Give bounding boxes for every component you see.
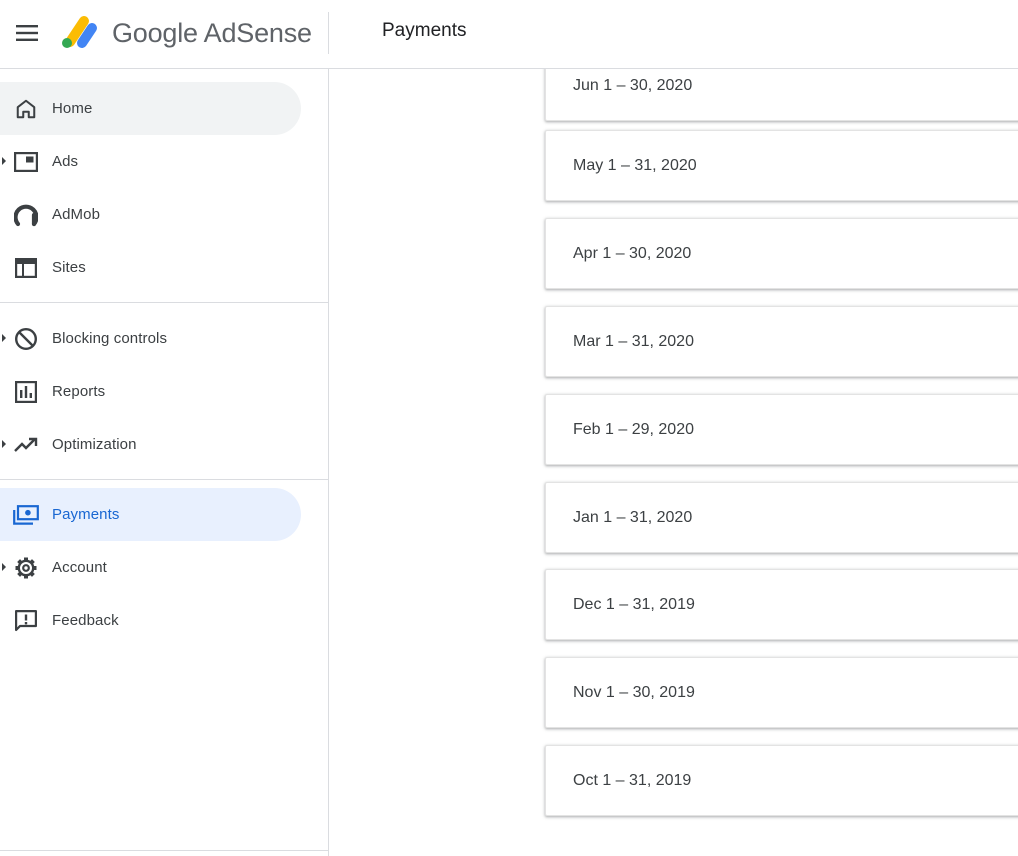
- payment-period-card[interactable]: Dec 1 – 31, 2019: [545, 569, 1018, 640]
- sidebar-item-admob[interactable]: AdMob: [0, 188, 301, 241]
- block-icon: [13, 326, 39, 352]
- payment-period-card[interactable]: Apr 1 – 30, 2020: [545, 218, 1018, 289]
- sidebar-item-label: Home: [52, 100, 93, 117]
- sidebar-divider: [0, 479, 328, 480]
- reports-icon: [13, 379, 39, 405]
- header-divider: [328, 12, 329, 54]
- hamburger-menu-icon: [16, 25, 38, 41]
- sidebar-item-account[interactable]: Account: [0, 541, 301, 594]
- payment-period-card[interactable]: Feb 1 – 29, 2020: [545, 394, 1018, 465]
- sidebar-divider: [0, 302, 328, 303]
- payment-period-card[interactable]: Oct 1 – 31, 2019: [545, 745, 1018, 816]
- sidebar-nav: Home Ads AdMob Sites Blocking controls R…: [0, 69, 329, 856]
- payment-period-card[interactable]: Jun 1 – 30, 2020: [545, 69, 1018, 121]
- page-title: Payments: [382, 20, 467, 41]
- sidebar-item-sites[interactable]: Sites: [0, 241, 301, 294]
- sidebar-item-label: Blocking controls: [52, 330, 168, 347]
- payment-period-card[interactable]: May 1 – 31, 2020: [545, 130, 1018, 201]
- gear-icon: [13, 555, 39, 581]
- sidebar-item-blocking-controls[interactable]: Blocking controls: [0, 312, 301, 365]
- adsense-logo-icon: [62, 16, 97, 48]
- sidebar-item-label: Optimization: [52, 436, 137, 453]
- sidebar-item-label: Feedback: [52, 612, 119, 629]
- sidebar-item-feedback[interactable]: Feedback: [0, 594, 301, 647]
- payment-period-label: Mar 1 – 31, 2020: [573, 333, 694, 350]
- ads-icon: [13, 149, 39, 175]
- sidebar-item-reports[interactable]: Reports: [0, 365, 301, 418]
- payment-period-card[interactable]: Mar 1 – 31, 2020: [545, 306, 1018, 377]
- expand-caret-icon: [2, 440, 6, 448]
- sidebar-item-label: Reports: [52, 383, 106, 400]
- payments-main: Jun 1 – 30, 2020 May 1 – 31, 2020 Apr 1 …: [329, 69, 1018, 856]
- feedback-icon: [13, 608, 39, 634]
- sidebar-item-label: Sites: [52, 259, 86, 276]
- expand-caret-icon: [2, 157, 6, 165]
- admob-icon: [13, 202, 39, 228]
- main-menu-button[interactable]: [9, 15, 45, 51]
- home-icon: [13, 96, 39, 122]
- sites-icon: [13, 255, 39, 281]
- top-app-bar: Google AdSense Payments: [0, 0, 1018, 69]
- sidebar-item-optimization[interactable]: Optimization: [0, 418, 301, 471]
- sidebar-item-ads[interactable]: Ads: [0, 135, 301, 188]
- payment-period-label: Nov 1 – 30, 2019: [573, 684, 695, 701]
- sidebar-item-label: AdMob: [52, 206, 101, 223]
- expand-caret-icon: [2, 563, 6, 571]
- payment-period-label: Dec 1 – 31, 2019: [573, 596, 695, 613]
- brand-wordmark[interactable]: Google AdSense: [112, 15, 312, 51]
- payment-period-label: Apr 1 – 30, 2020: [573, 245, 692, 262]
- payment-period-label: Feb 1 – 29, 2020: [573, 421, 694, 438]
- payments-icon: [13, 502, 39, 528]
- payment-period-card[interactable]: Nov 1 – 30, 2019: [545, 657, 1018, 728]
- payment-period-label: May 1 – 31, 2020: [573, 157, 697, 174]
- sidebar-item-home[interactable]: Home: [0, 82, 301, 135]
- trending-up-icon: [13, 432, 39, 458]
- sidebar-item-payments[interactable]: Payments: [0, 488, 301, 541]
- sidebar-divider: [0, 850, 328, 851]
- sidebar-item-label: Account: [52, 559, 107, 576]
- sidebar-item-label: Payments: [52, 506, 120, 523]
- sidebar-item-label: Ads: [52, 153, 79, 170]
- payment-period-card[interactable]: Jan 1 – 31, 2020: [545, 482, 1018, 553]
- payment-period-label: Oct 1 – 31, 2019: [573, 772, 692, 789]
- payment-period-label: Jan 1 – 31, 2020: [573, 509, 693, 526]
- payment-period-label: Jun 1 – 30, 2020: [573, 77, 693, 94]
- expand-caret-icon: [2, 334, 6, 342]
